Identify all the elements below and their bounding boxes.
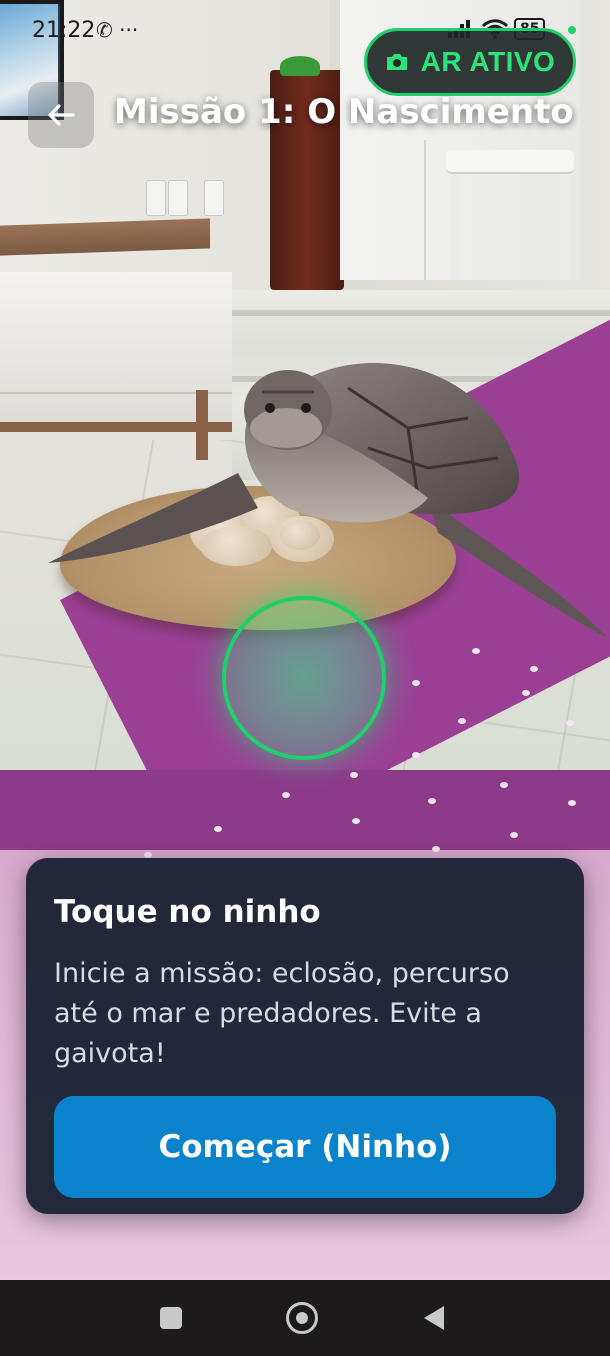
nest-tap-target[interactable] [222, 596, 386, 760]
notification-icons: ✆ ··· [96, 18, 139, 42]
privacy-indicator-dot [568, 26, 576, 34]
status-time: 21:22 [32, 18, 96, 43]
arrow-left-icon [48, 104, 75, 126]
recents-square-icon[interactable] [160, 1307, 182, 1329]
system-nav-bar [0, 1280, 610, 1356]
back-button[interactable] [28, 82, 94, 148]
card-description: Inicie a missão: eclosão, percurso até o… [54, 958, 510, 1069]
card-title: Toque no ninho [54, 894, 321, 930]
home-circle-icon[interactable] [286, 1302, 318, 1334]
ar-badge-label: AR ATIVO [420, 46, 556, 77]
page-title: Missão 1: O Nascimento [114, 92, 574, 132]
back-triangle-icon[interactable] [424, 1306, 444, 1330]
ar-active-badge[interactable]: AR ATIVO [364, 28, 576, 96]
camera-icon [386, 54, 407, 70]
start-nest-button[interactable]: Começar (Ninho) [54, 1096, 556, 1198]
mission-card: Toque no ninho Inicie a missão: eclosão,… [26, 858, 584, 1214]
